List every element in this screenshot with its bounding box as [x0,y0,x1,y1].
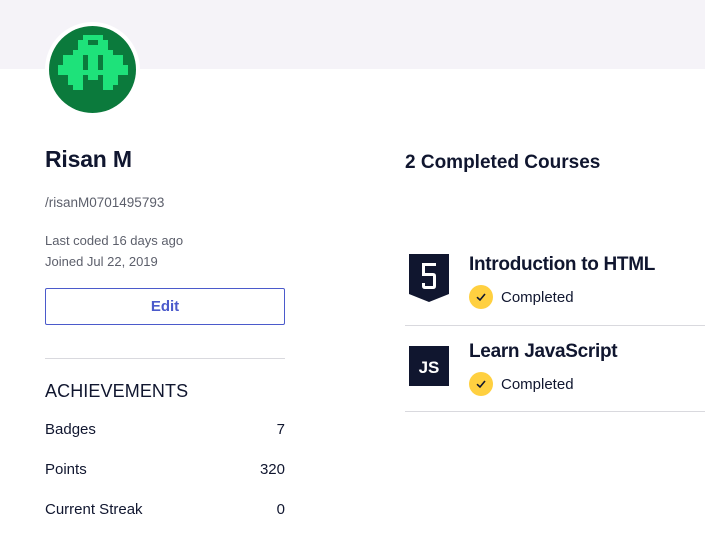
stat-label: Points [45,461,87,478]
completed-courses-heading: 2 Completed Courses [405,152,601,173]
last-coded-text: Last coded 16 days ago [45,233,184,248]
joined-date-text: Joined Jul 22, 2019 [45,254,158,269]
stat-value: 0 [276,501,285,518]
course-item-javascript[interactable]: JS Learn JavaScript Completed [405,325,705,412]
stat-label: Current Streak [45,501,143,518]
divider [45,358,285,359]
stat-row-current-streak: Current Streak 0 [45,501,285,518]
js-icon: JS [409,346,449,386]
achievements-heading: ACHIEVEMENTS [45,381,189,401]
profile-handle: /risanM0701495793 [45,195,165,210]
avatar [45,22,140,117]
html5-icon [409,254,449,302]
course-title[interactable]: Learn JavaScript [469,341,618,363]
course-title[interactable]: Introduction to HTML [469,254,655,276]
stat-value: 7 [276,421,285,438]
status-label: Completed [501,375,574,393]
check-icon [469,372,493,396]
course-status: Completed [469,285,574,309]
stat-row-points: Points 320 [45,461,285,478]
svg-text:JS: JS [419,358,440,377]
status-label: Completed [501,288,574,306]
course-item-html[interactable]: Introduction to HTML Completed [405,238,705,325]
profile-name: Risan M [45,146,132,172]
stat-value: 320 [259,461,285,478]
course-status: Completed [469,372,574,396]
pixel-alien-icon [57,34,128,90]
check-icon [469,285,493,309]
edit-profile-button[interactable]: Edit [45,288,285,325]
avatar-image [49,26,136,113]
stat-label: Badges [45,421,96,438]
stat-row-badges: Badges 7 [45,421,285,438]
